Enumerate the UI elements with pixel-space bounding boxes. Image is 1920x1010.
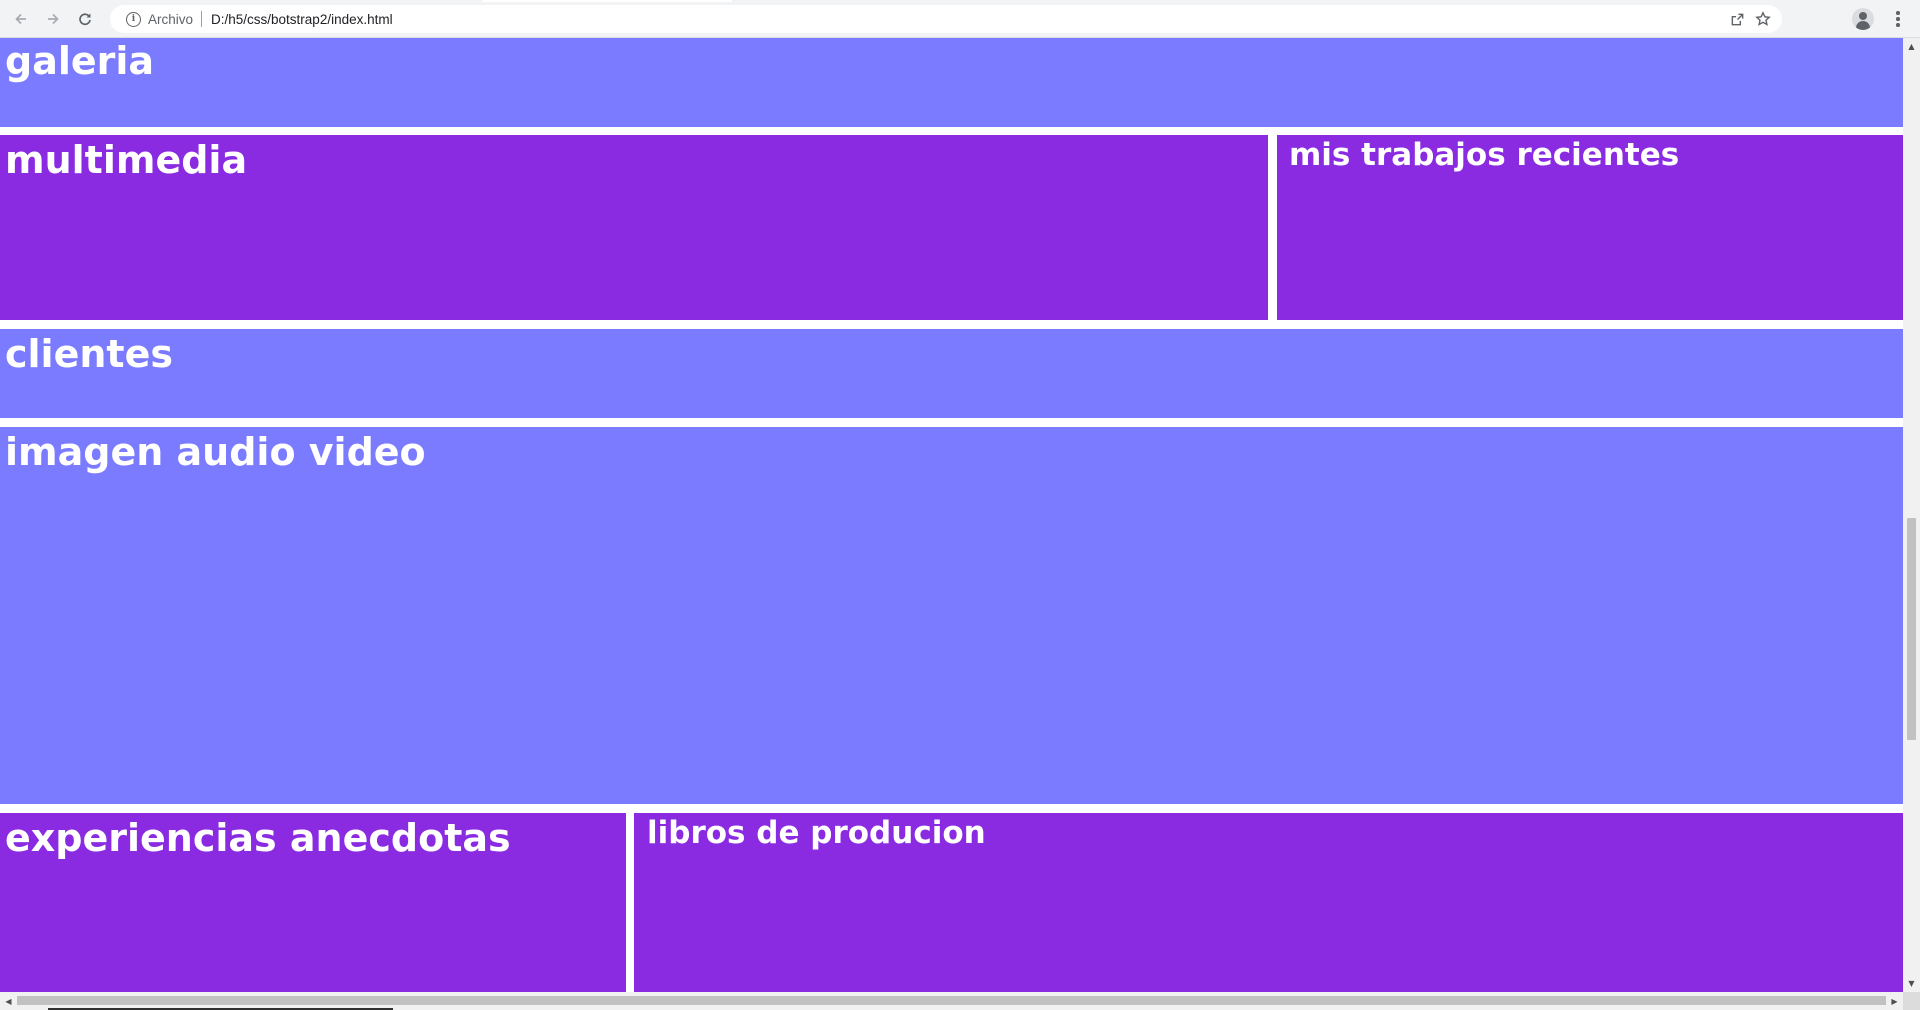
section-galeria-title: galeria bbox=[5, 39, 155, 83]
section-experiencias-title: experiencias anecdotas bbox=[5, 816, 511, 860]
browser-toolbar: i Archivo D:/h5/css/botstrap2/index.html bbox=[0, 0, 1920, 38]
arrow-left-icon bbox=[15, 13, 26, 25]
avatar-icon[interactable] bbox=[1852, 8, 1874, 30]
forward-button[interactable] bbox=[41, 7, 65, 31]
section-libros-title: libros de producion bbox=[647, 815, 986, 851]
section-galeria: galeria bbox=[0, 38, 1903, 127]
section-imagen-audio-video: imagen audio video bbox=[0, 427, 1903, 804]
vertical-dots-icon[interactable] bbox=[1888, 9, 1908, 29]
reload-icon bbox=[79, 13, 91, 26]
back-button[interactable] bbox=[9, 7, 33, 31]
active-tab-edge bbox=[482, 0, 732, 2]
page-viewport: galeria multimedia mis trabajos reciente… bbox=[0, 38, 1903, 992]
section-trabajos: mis trabajos recientes bbox=[1277, 135, 1903, 320]
section-clientes: clientes bbox=[0, 329, 1903, 418]
section-trabajos-title: mis trabajos recientes bbox=[1289, 137, 1680, 173]
scroll-up-icon[interactable]: ▲ bbox=[1903, 38, 1920, 55]
horizontal-scrollbar[interactable]: ◀ ▶ bbox=[0, 992, 1903, 1010]
section-multimedia: multimedia bbox=[0, 135, 1268, 320]
reload-button[interactable] bbox=[73, 7, 97, 31]
section-multimedia-title: multimedia bbox=[5, 138, 248, 182]
scrollbar-corner bbox=[1903, 992, 1920, 1010]
scroll-down-icon[interactable]: ▼ bbox=[1903, 975, 1920, 992]
star-icon[interactable] bbox=[1750, 6, 1776, 32]
scroll-right-icon[interactable]: ▶ bbox=[1886, 992, 1903, 1010]
section-libros: libros de producion bbox=[634, 813, 1903, 992]
arrow-right-icon bbox=[48, 13, 59, 25]
address-separator bbox=[201, 11, 203, 27]
info-icon[interactable]: i bbox=[126, 11, 141, 27]
vertical-scrollbar[interactable]: ▲ ▼ bbox=[1903, 38, 1920, 992]
security-label: Archivo bbox=[148, 11, 194, 27]
section-experiencias: experiencias anecdotas bbox=[0, 813, 626, 992]
horizontal-scroll-thumb[interactable] bbox=[17, 996, 1886, 1005]
url-text[interactable]: D:/h5/css/botstrap2/index.html bbox=[211, 12, 393, 27]
address-bar[interactable]: i Archivo D:/h5/css/botstrap2/index.html bbox=[110, 5, 1782, 33]
share-icon[interactable] bbox=[1724, 6, 1750, 32]
address-bar-actions bbox=[1724, 5, 1776, 33]
section-clientes-title: clientes bbox=[5, 332, 173, 376]
vertical-scroll-thumb[interactable] bbox=[1907, 518, 1916, 740]
scroll-left-icon[interactable]: ◀ bbox=[0, 992, 17, 1010]
section-imagen-audio-video-title: imagen audio video bbox=[5, 430, 426, 474]
